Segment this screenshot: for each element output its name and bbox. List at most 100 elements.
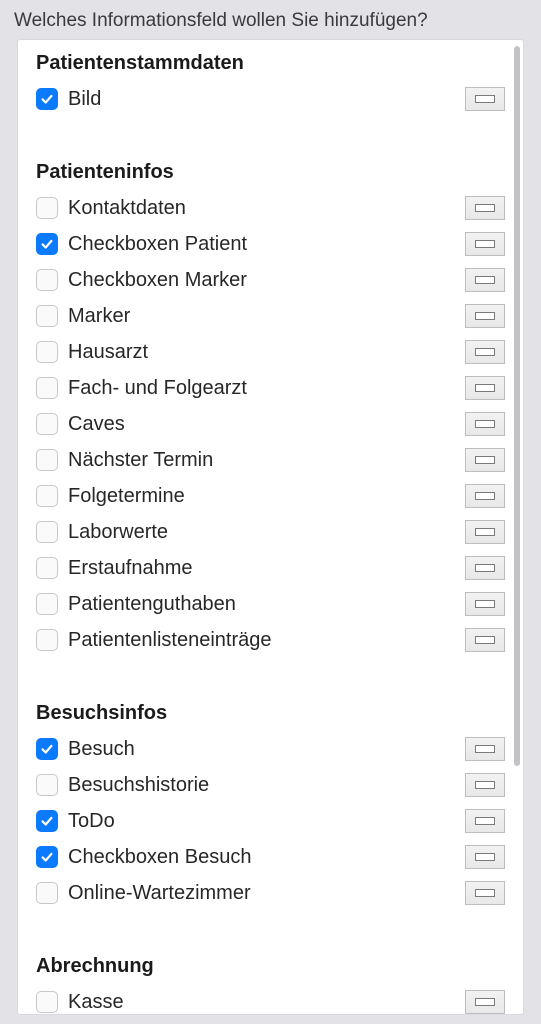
option-label: ToDo — [68, 810, 457, 833]
option-row: Erstaufnahme — [36, 550, 505, 586]
checkbox[interactable] — [36, 593, 58, 615]
preview-thumb-inner — [475, 95, 495, 103]
checkbox[interactable] — [36, 449, 58, 471]
option-label: Kontaktdaten — [68, 197, 457, 220]
option-label: Besuch — [68, 738, 457, 761]
option-row: Besuch — [36, 731, 505, 767]
preview-thumb-inner — [475, 889, 495, 897]
option-row: Laborwerte — [36, 514, 505, 550]
preview-thumb[interactable] — [465, 376, 505, 400]
option-label: Erstaufnahme — [68, 557, 457, 580]
option-row: Hausarzt — [36, 334, 505, 370]
preview-thumb-inner — [475, 420, 495, 428]
option-row: Checkboxen Besuch — [36, 839, 505, 875]
option-row: Patientenguthaben — [36, 586, 505, 622]
preview-thumb[interactable] — [465, 628, 505, 652]
checkbox[interactable] — [36, 521, 58, 543]
option-label: Bild — [68, 88, 457, 111]
option-row: Nächster Termin — [36, 442, 505, 478]
option-label: Patientenguthaben — [68, 593, 457, 616]
option-row: Patientenlisteneinträge — [36, 622, 505, 658]
option-label: Besuchshistorie — [68, 774, 457, 797]
preview-thumb[interactable] — [465, 304, 505, 328]
checkbox[interactable] — [36, 557, 58, 579]
option-label: Checkboxen Besuch — [68, 846, 457, 869]
checkbox[interactable] — [36, 738, 58, 760]
options-panel: Patientenstammdaten Bild Patienteninfos Kon… — [18, 40, 523, 1014]
checkbox[interactable] — [36, 88, 58, 110]
checkbox[interactable] — [36, 629, 58, 651]
option-row: ToDo — [36, 803, 505, 839]
section-title: Patientenstammdaten — [36, 52, 505, 75]
checkbox[interactable] — [36, 269, 58, 291]
scroll-area: Patientenstammdaten Bild Patienteninfos Kon… — [18, 40, 523, 1014]
preview-thumb-inner — [475, 745, 495, 753]
preview-thumb[interactable] — [465, 484, 505, 508]
checkbox[interactable] — [36, 846, 58, 868]
option-label: Caves — [68, 413, 457, 436]
preview-thumb-inner — [475, 384, 495, 392]
option-row: Besuchshistorie — [36, 767, 505, 803]
preview-thumb[interactable] — [465, 520, 505, 544]
preview-thumb-inner — [475, 781, 495, 789]
preview-thumb-inner — [475, 456, 495, 464]
option-label: Nächster Termin — [68, 449, 457, 472]
preview-thumb-inner — [475, 312, 495, 320]
checkbox[interactable] — [36, 233, 58, 255]
preview-thumb[interactable] — [465, 412, 505, 436]
checkbox[interactable] — [36, 882, 58, 904]
option-label: Folgetermine — [68, 485, 457, 508]
option-row: Checkboxen Marker — [36, 262, 505, 298]
preview-thumb[interactable] — [465, 737, 505, 761]
option-label: Marker — [68, 305, 457, 328]
option-label: Fach- und Folgearzt — [68, 377, 457, 400]
option-row: Online-Wartezimmer — [36, 875, 505, 911]
checkbox[interactable] — [36, 413, 58, 435]
checkbox[interactable] — [36, 305, 58, 327]
preview-thumb-inner — [475, 817, 495, 825]
option-label: Checkboxen Marker — [68, 269, 457, 292]
checkbox[interactable] — [36, 774, 58, 796]
preview-thumb[interactable] — [465, 592, 505, 616]
option-label: Kasse — [68, 991, 457, 1014]
preview-thumb[interactable] — [465, 196, 505, 220]
preview-thumb[interactable] — [465, 556, 505, 580]
preview-thumb[interactable] — [465, 232, 505, 256]
checkbox[interactable] — [36, 485, 58, 507]
preview-thumb-inner — [475, 276, 495, 284]
option-row: Kasse — [36, 984, 505, 1014]
preview-thumb[interactable] — [465, 268, 505, 292]
preview-thumb[interactable] — [465, 990, 505, 1014]
checkbox[interactable] — [36, 810, 58, 832]
preview-thumb[interactable] — [465, 809, 505, 833]
option-row: Checkboxen Patient — [36, 226, 505, 262]
preview-thumb[interactable] — [465, 340, 505, 364]
section-title: Patienteninfos — [36, 161, 505, 184]
section-title: Besuchsinfos — [36, 702, 505, 725]
preview-thumb-inner — [475, 240, 495, 248]
checkbox[interactable] — [36, 197, 58, 219]
checkbox[interactable] — [36, 991, 58, 1013]
preview-thumb[interactable] — [465, 881, 505, 905]
option-label: Checkboxen Patient — [68, 233, 457, 256]
preview-thumb[interactable] — [465, 87, 505, 111]
dialog-title: Welches Informationsfeld wollen Sie hinz… — [0, 0, 541, 40]
preview-thumb-inner — [475, 564, 495, 572]
preview-thumb-inner — [475, 853, 495, 861]
preview-thumb[interactable] — [465, 448, 505, 472]
option-row: Kontaktdaten — [36, 190, 505, 226]
option-row: Folgetermine — [36, 478, 505, 514]
preview-thumb-inner — [475, 600, 495, 608]
scrollbar[interactable] — [514, 46, 520, 766]
option-row: Fach- und Folgearzt — [36, 370, 505, 406]
preview-thumb-inner — [475, 998, 495, 1006]
preview-thumb[interactable] — [465, 845, 505, 869]
option-label: Laborwerte — [68, 521, 457, 544]
preview-thumb[interactable] — [465, 773, 505, 797]
option-label: Patientenlisteneinträge — [68, 629, 457, 652]
preview-thumb-inner — [475, 492, 495, 500]
checkbox[interactable] — [36, 377, 58, 399]
checkbox[interactable] — [36, 341, 58, 363]
option-row: Marker — [36, 298, 505, 334]
preview-thumb-inner — [475, 636, 495, 644]
